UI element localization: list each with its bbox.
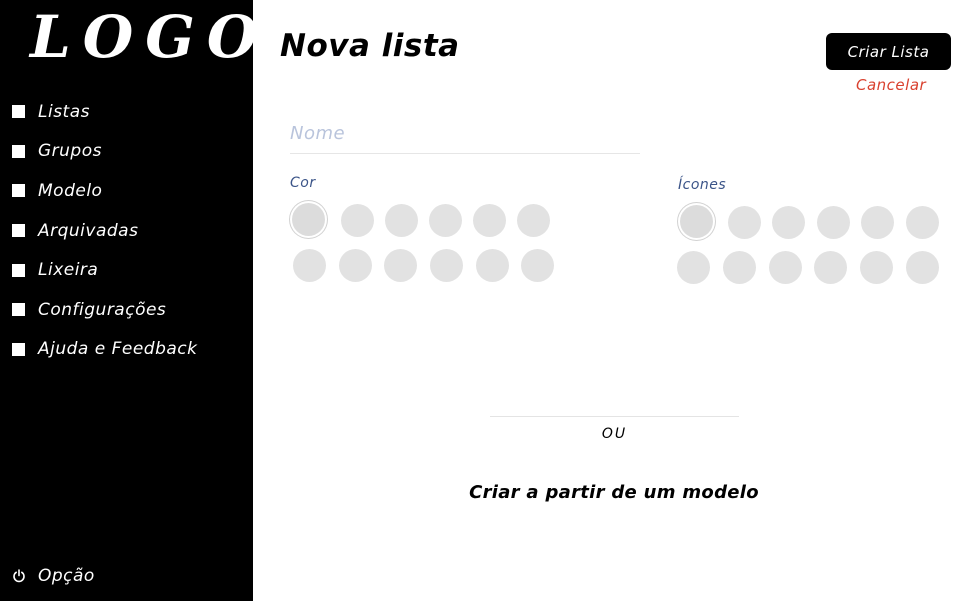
sidebar-item-label: Grupos xyxy=(38,141,102,162)
icon-option[interactable] xyxy=(817,206,850,239)
square-icon xyxy=(12,263,25,277)
color-swatch[interactable] xyxy=(385,204,418,237)
icon-option[interactable] xyxy=(677,251,710,284)
icon-option[interactable] xyxy=(860,251,893,284)
color-swatch[interactable] xyxy=(339,249,372,282)
color-swatch[interactable] xyxy=(292,203,325,236)
sidebar-option[interactable]: Opção xyxy=(12,566,95,586)
color-swatch[interactable] xyxy=(521,249,554,282)
sidebar-item-label: Arquivadas xyxy=(38,220,139,241)
divider xyxy=(490,416,739,417)
sidebar-item-label: Modelo xyxy=(38,180,103,201)
sidebar-nav: Listas Grupos Modelo Arquivadas Lixeira … xyxy=(12,92,198,369)
create-from-template-link[interactable]: Criar a partir de um modelo xyxy=(420,482,808,503)
sidebar-item-label: Ajuda e Feedback xyxy=(38,339,198,360)
icon-option[interactable] xyxy=(814,251,847,284)
create-list-button[interactable]: Criar Lista xyxy=(826,33,951,70)
color-swatch[interactable] xyxy=(384,249,417,282)
sidebar-item-configuracoes[interactable]: Configurações xyxy=(12,290,198,330)
icon-option[interactable] xyxy=(680,205,713,238)
color-swatch[interactable] xyxy=(473,204,506,237)
sidebar: LOGO Listas Grupos Modelo Arquivadas Lix… xyxy=(0,0,257,601)
color-swatch[interactable] xyxy=(341,204,374,237)
sidebar-item-ajuda-feedback[interactable]: Ajuda e Feedback xyxy=(12,330,198,370)
color-swatch[interactable] xyxy=(476,249,509,282)
color-label: Cor xyxy=(290,175,316,191)
color-swatch[interactable] xyxy=(293,249,326,282)
sidebar-item-label: Configurações xyxy=(38,299,167,320)
or-separator: OU xyxy=(601,426,628,442)
logo: LOGO xyxy=(30,3,270,71)
sidebar-item-arquivadas[interactable]: Arquivadas xyxy=(12,211,198,251)
icons-label: Ícones xyxy=(678,177,727,193)
square-icon xyxy=(12,144,25,158)
color-swatch[interactable] xyxy=(429,204,462,237)
cancel-link[interactable]: Cancelar xyxy=(856,76,926,94)
icon-option[interactable] xyxy=(906,206,939,239)
sidebar-item-listas[interactable]: Listas xyxy=(12,92,198,132)
square-icon xyxy=(12,303,25,317)
power-icon xyxy=(12,569,26,583)
sidebar-item-modelo[interactable]: Modelo xyxy=(12,171,198,211)
sidebar-item-label: Listas xyxy=(38,101,90,122)
square-icon xyxy=(12,105,25,119)
icon-option[interactable] xyxy=(772,206,805,239)
icon-option[interactable] xyxy=(769,251,802,284)
color-swatch[interactable] xyxy=(517,204,550,237)
sidebar-item-grupos[interactable]: Grupos xyxy=(12,132,198,172)
name-input[interactable] xyxy=(290,114,640,154)
icon-option[interactable] xyxy=(723,251,756,284)
color-swatch[interactable] xyxy=(430,249,463,282)
icon-option[interactable] xyxy=(861,206,894,239)
icon-option[interactable] xyxy=(728,206,761,239)
sidebar-item-label: Lixeira xyxy=(38,260,99,281)
page-title: Nova lista xyxy=(280,28,460,64)
option-label: Opção xyxy=(38,566,95,586)
square-icon xyxy=(12,342,25,356)
square-icon xyxy=(12,224,25,238)
icon-option[interactable] xyxy=(906,251,939,284)
sidebar-item-lixeira[interactable]: Lixeira xyxy=(12,250,198,290)
square-icon xyxy=(12,184,25,198)
